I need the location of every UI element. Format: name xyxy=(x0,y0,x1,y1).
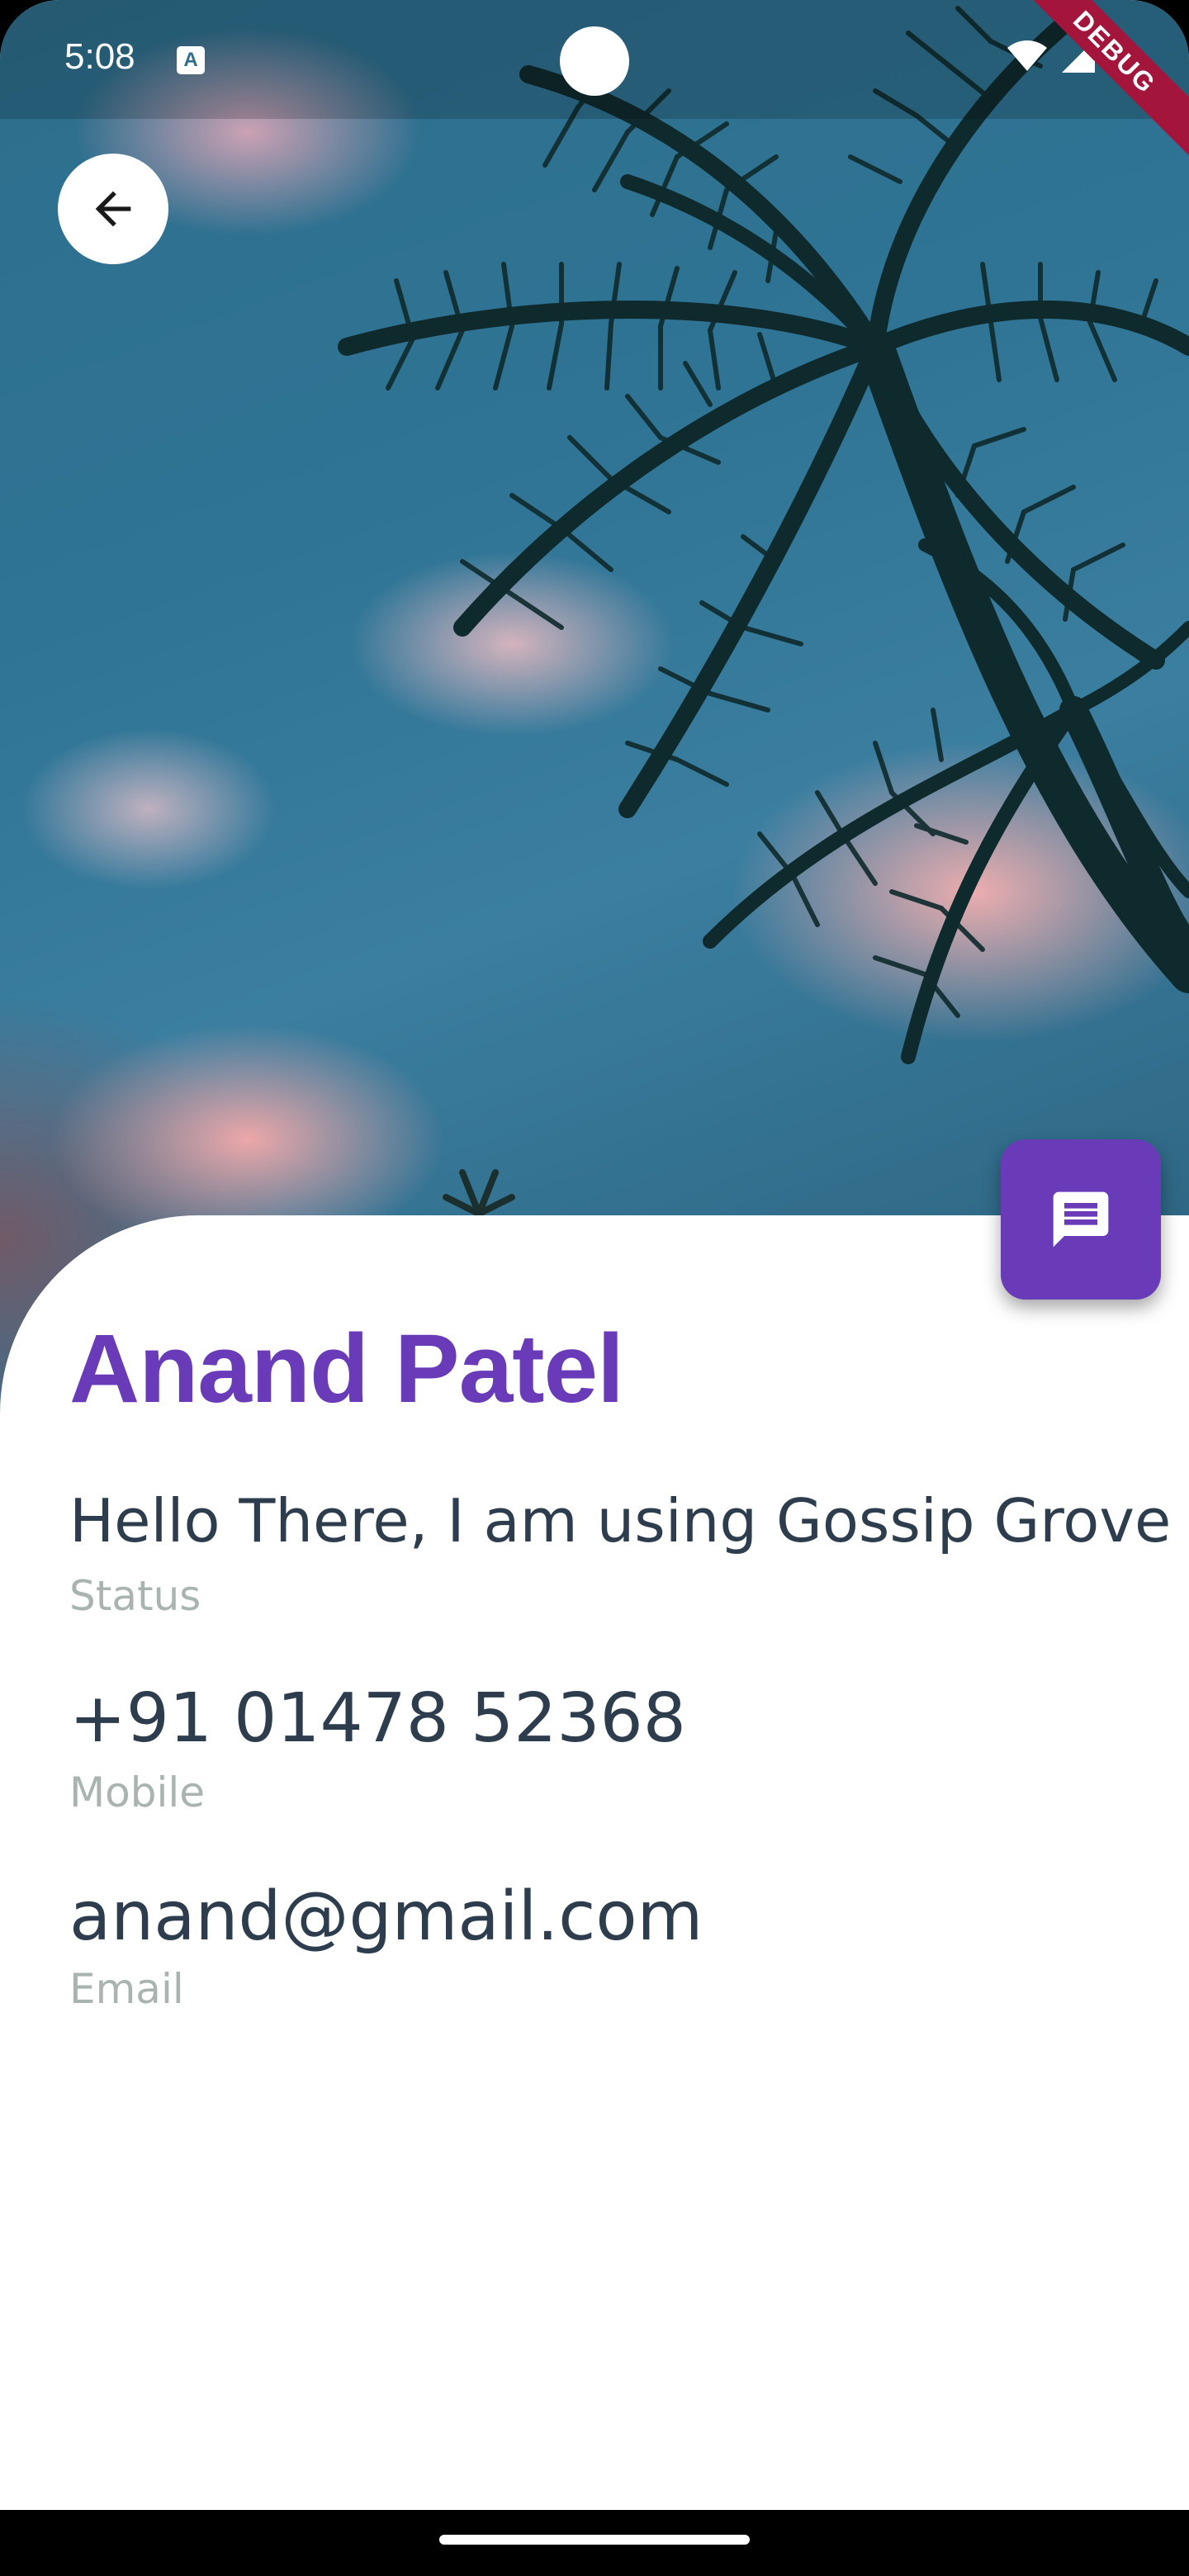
keyboard-a-icon: A xyxy=(177,46,205,74)
arrow-left-icon xyxy=(95,191,131,227)
camera-cutout xyxy=(560,26,629,96)
status-time: 5:08 xyxy=(64,36,135,77)
home-indicator[interactable] xyxy=(439,2535,750,2545)
email-value: anand@gmail.com xyxy=(69,1878,703,1956)
mobile-label: Mobile xyxy=(69,1769,206,1816)
wifi-icon xyxy=(1007,40,1047,71)
mobile-value: +91 01478 52368 xyxy=(69,1679,686,1758)
back-button[interactable] xyxy=(58,154,168,264)
profile-screen: 5:08 A DEBUG Anand Patel Hello There, I … xyxy=(0,0,1189,2510)
profile-name: Anand Patel xyxy=(69,1314,624,1423)
email-label: Email xyxy=(69,1965,184,2013)
status-label: Status xyxy=(69,1572,201,1620)
status-bar: 5:08 A xyxy=(0,0,1189,119)
status-value: Hello There, I am using Gossip Grove xyxy=(69,1486,1172,1556)
message-icon xyxy=(1053,1191,1109,1248)
message-button[interactable] xyxy=(1001,1139,1161,1300)
